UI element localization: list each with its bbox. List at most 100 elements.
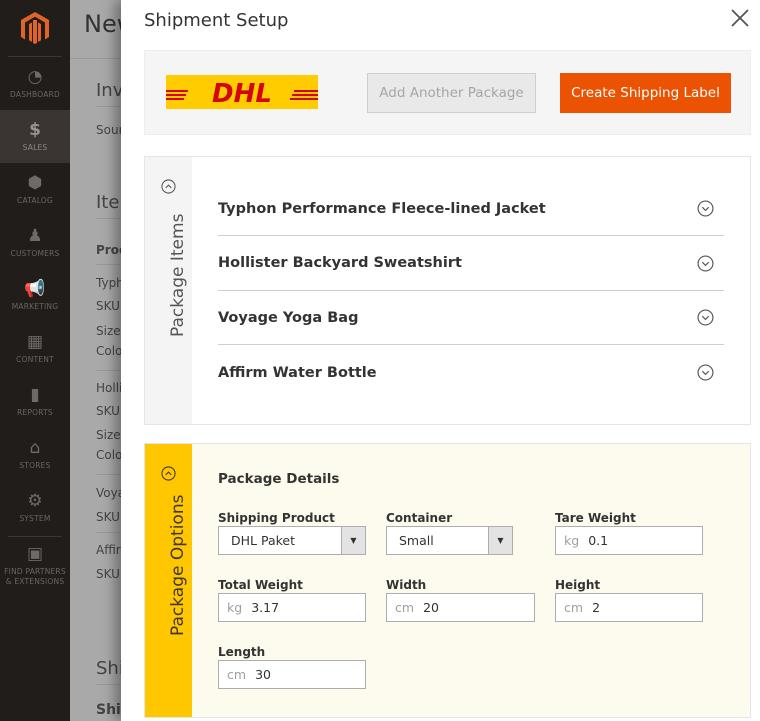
chevron-down-icon[interactable] (697, 254, 714, 272)
shipping-product-value: DHL Paket (231, 533, 295, 548)
dhl-logo-icon: DHL (166, 79, 318, 109)
svg-text:DHL: DHL (212, 79, 272, 109)
row-text: Typh (96, 276, 124, 290)
container-value: Small (399, 533, 434, 548)
shipment-toolbar: DHL Add Another Package Create Shipping … (144, 50, 751, 135)
total-weight-field: Total Weight kg 3.17 (218, 578, 366, 622)
person-icon: ♟ (27, 226, 43, 246)
length-field: Length cm 30 (218, 645, 366, 689)
sidebar-item-system[interactable]: ⚙ SYSTEM (0, 481, 70, 534)
package-options-tab-label: Package Options (168, 494, 188, 636)
height-input[interactable]: cm 2 (555, 593, 703, 622)
sidebar-item-reports[interactable]: ▮ REPORTS (0, 375, 70, 428)
sidebar-item-label: REPORTS (17, 408, 53, 417)
row-text: Colo (96, 448, 123, 462)
height-value: 2 (592, 600, 601, 615)
width-value: 20 (423, 600, 439, 615)
create-shipping-label-button[interactable]: Create Shipping Label (560, 73, 731, 113)
total-weight-label: Total Weight (218, 578, 303, 592)
package-item-name: Affirm Water Bottle (218, 364, 377, 381)
unit-label: kg (227, 600, 243, 615)
total-weight-input[interactable]: kg 3.17 (218, 593, 366, 622)
sidebar-item-find-partners-extensions[interactable]: ▣ FIND PARTNERS & EXTENSIONS (0, 539, 70, 592)
dashboard-icon: ◔ (27, 67, 43, 87)
chevron-down-icon[interactable] (697, 200, 714, 217)
unit-label: kg (564, 533, 580, 548)
dropdown-arrow-icon[interactable]: ▼ (488, 527, 512, 554)
sidebar-item-customers[interactable]: ♟ CUSTOMERS (0, 216, 70, 269)
chevron-down-icon[interactable] (697, 309, 714, 326)
package-item-row[interactable]: Affirm Water Bottle (218, 346, 724, 400)
dropdown-arrow-icon[interactable]: ▼ (341, 527, 365, 554)
sidebar-item-catalog[interactable]: ⬢ CATALOG (0, 163, 70, 216)
box-icon: ⬢ (27, 173, 43, 193)
gear-icon: ⚙ (27, 491, 43, 511)
package-item-row[interactable]: Voyage Yoga Bag (218, 291, 724, 345)
package-item-name: Typhon Performance Fleece-lined Jacket (218, 200, 546, 217)
sidebar-item-label: CONTENT (16, 355, 54, 364)
chevron-up-icon[interactable] (161, 179, 176, 194)
unit-label: cm (564, 600, 584, 615)
sidebar-item-label: DASHBOARD (10, 90, 60, 99)
container-select[interactable]: Small ▼ (386, 526, 513, 555)
shipping-product-select[interactable]: DHL Paket ▼ (218, 526, 366, 555)
row-text: SKU: (96, 404, 124, 418)
sidebar-item-content[interactable]: ▦ CONTENT (0, 322, 70, 375)
row-text: SKU: (96, 567, 124, 581)
dollar-icon: $ (29, 120, 41, 140)
package-details-title: Package Details (218, 471, 340, 487)
nav-divider (8, 536, 62, 537)
dhl-logo: DHL (166, 75, 318, 109)
package-item-row[interactable]: Hollister Backyard Sweatshirt (218, 237, 724, 291)
sidebar-item-stores[interactable]: ⌂ STORES (0, 428, 70, 481)
height-label: Height (555, 578, 601, 592)
layout-icon: ▦ (26, 332, 44, 352)
shipping-product-label: Shipping Product (218, 511, 335, 525)
sidebar-item-marketing[interactable]: 📢 MARKETING (0, 269, 70, 322)
magento-logo-icon (21, 12, 49, 44)
shipping-subheading: Shi (96, 702, 121, 718)
megaphone-icon: 📢 (24, 279, 46, 299)
sidebar-item-sales[interactable]: $ SALES (0, 110, 70, 163)
tare-weight-field: Tare Weight kg 0.1 (555, 511, 703, 555)
sidebar-item-label: STORES (19, 461, 51, 470)
shipment-setup-modal: Shipment Setup DHL Add Another Package C… (121, 0, 760, 721)
package-item-name: Hollister Backyard Sweatshirt (218, 255, 462, 271)
container-label: Container (386, 511, 453, 525)
width-input[interactable]: cm 20 (386, 593, 535, 622)
sidebar-item-label: SALES (22, 143, 48, 152)
package-items-tab[interactable]: Package Items (145, 157, 192, 424)
length-input[interactable]: cm 30 (218, 660, 366, 689)
package-item-row[interactable]: Typhon Performance Fleece-lined Jacket (218, 182, 724, 236)
chevron-down-icon[interactable] (697, 364, 714, 381)
chevron-up-icon[interactable] (161, 466, 176, 481)
sidebar-item-dashboard[interactable]: ◔ DASHBOARD (0, 57, 70, 110)
container-field: Container Small ▼ (386, 511, 513, 555)
add-another-package-button[interactable]: Add Another Package (367, 73, 536, 113)
sidebar-item-label: FIND PARTNERS & EXTENSIONS (4, 567, 66, 586)
package-options-tab[interactable]: Package Options (145, 444, 192, 717)
sidebar-item-label: CUSTOMERS (10, 249, 60, 258)
close-button[interactable] (728, 6, 752, 30)
row-text: Colo (96, 344, 123, 358)
shipping-product-field: Shipping Product DHL Paket ▼ (218, 511, 366, 555)
bar-chart-icon: ▮ (30, 385, 40, 405)
height-field: Height cm 2 (555, 578, 703, 622)
storefront-icon: ⌂ (29, 438, 41, 458)
width-label: Width (386, 578, 427, 592)
blocks-icon: ▣ (26, 544, 44, 564)
admin-sidebar: ◔ DASHBOARD $ SALES ⬢ CATALOG ♟ CUSTOMERS 📢 MARKE… (0, 0, 70, 721)
unit-label: cm (395, 600, 415, 615)
row-text: SKU: (96, 510, 124, 524)
tare-weight-value: 0.1 (588, 533, 609, 548)
sidebar-item-label: CATALOG (17, 196, 53, 205)
modal-title: Shipment Setup (144, 10, 289, 31)
row-text: SKU: (96, 299, 124, 313)
shipping-section-heading: Shi (96, 658, 124, 679)
width-field: Width cm 20 (386, 578, 535, 622)
magento-logo[interactable] (8, 0, 62, 57)
unit-label: cm (227, 667, 247, 682)
total-weight-value: 3.17 (251, 600, 280, 615)
close-icon (731, 9, 749, 27)
tare-weight-input[interactable]: kg 0.1 (555, 526, 703, 555)
